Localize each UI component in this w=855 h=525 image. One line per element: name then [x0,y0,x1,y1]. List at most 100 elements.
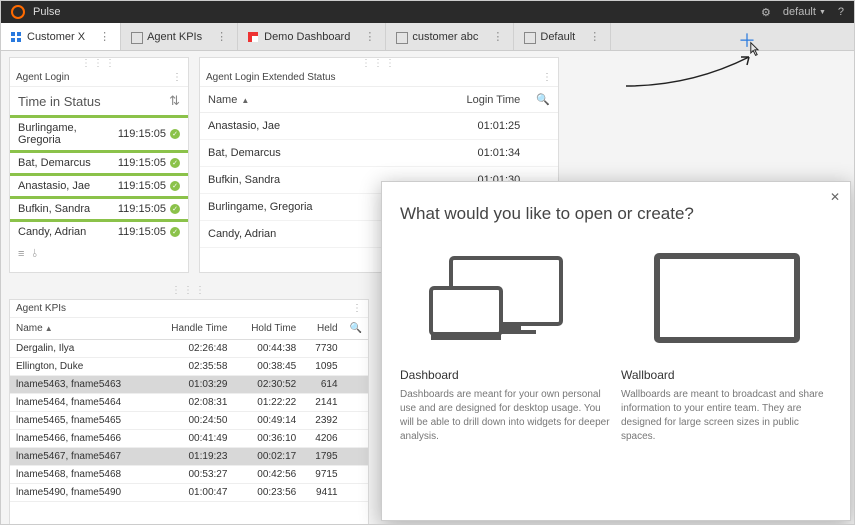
table-row[interactable]: lname5464, fname546402:08:3101:22:222141 [10,394,368,412]
chart-icon[interactable]: ⫰ [32,248,37,261]
open-or-create-dialog: ✕ What would you like to open or create?… [381,181,851,521]
list-item[interactable]: Candy, Adrian119:15:05✓ [10,219,188,242]
status-ok-icon: ✓ [170,129,180,139]
search-icon[interactable]: 🔍 [344,318,368,340]
widget-menu-icon[interactable]: ⋮ [352,303,362,314]
col-held-label: Held [317,323,338,334]
tab-demo-dashboard[interactable]: Demo Dashboard ⋮ [238,23,386,50]
tab-menu-icon[interactable]: ⋮ [581,30,600,43]
col-handle-time[interactable]: Handle Time [151,318,233,340]
widget-title: Agent Login Extended Status [206,72,336,83]
col-held[interactable]: Held [302,318,343,340]
cell-held: 9715 [302,466,343,484]
widget-title: Agent KPIs [16,303,66,314]
widget-icon [131,32,141,42]
widget-menu-icon[interactable]: ⋮ [542,72,552,83]
settings-gear-icon[interactable]: ⚙ [761,6,771,19]
cell-handle: 02:35:58 [151,358,233,376]
cell-name: Anastasio, Jae [200,113,408,140]
brand-logo-icon [11,5,25,19]
cell-handle: 00:24:50 [151,412,233,430]
tab-agent-kpis[interactable]: Agent KPIs ⋮ [121,23,238,50]
agent-name: Bufkin, Sandra [18,203,90,215]
col-name[interactable]: Name▲ [10,318,151,340]
close-icon[interactable]: ✕ [830,190,840,204]
tab-customer-abc[interactable]: customer abc ⋮ [386,23,514,50]
table-row[interactable]: Anastasio, Jae01:01:25 [200,113,558,140]
table-row[interactable]: Dergalin, Ilya02:26:4800:44:387730 [10,340,368,358]
tab-menu-icon[interactable]: ⋮ [484,30,503,43]
add-tab-button[interactable]: ＋ [738,27,756,53]
alert-icon [248,32,258,42]
cell-hold: 02:30:52 [233,376,302,394]
sort-icon[interactable]: ⇅ [169,93,180,109]
option-desc: Dashboards are meant for your own person… [400,388,611,444]
table-row[interactable]: lname5468, fname546800:53:2700:42:569715 [10,466,368,484]
col-login-time[interactable]: Login Time [408,87,528,113]
workspace-dropdown[interactable]: default ▼ [783,6,826,18]
search-icon[interactable]: 🔍 [528,87,558,113]
cell-handle: 02:26:48 [151,340,233,358]
cell-hold: 00:36:10 [233,430,302,448]
agent-name: Anastasio, Jae [18,180,90,192]
cell-held: 4206 [302,430,343,448]
col-name-label: Name [16,323,43,334]
tab-label: Agent KPIs [147,31,202,43]
cell-handle: 02:08:31 [151,394,233,412]
drag-handle-icon[interactable]: ⋮⋮⋮ [10,58,188,69]
cell-held: 1795 [302,448,343,466]
cell-login-time: 01:01:25 [408,113,528,140]
tab-menu-icon[interactable]: ⋮ [356,30,375,43]
tab-menu-icon[interactable]: ⋮ [208,30,227,43]
status-ok-icon: ✓ [170,181,180,191]
option-wallboard[interactable]: Wallboard Wallboards are meant to broadc… [621,238,832,444]
cell-hold: 00:02:17 [233,448,302,466]
list-item[interactable]: Bat, Demarcus119:15:05✓ [10,150,188,173]
option-dashboard[interactable]: Dashboard Dashboards are meant for your … [400,238,611,444]
widget-subtitle: Time in Status [18,94,101,109]
tab-default[interactable]: Default ⋮ [514,23,611,50]
cell-hold: 00:44:38 [233,340,302,358]
cell-handle: 00:41:49 [151,430,233,448]
dashboard-illustration-icon [400,238,611,358]
list-item[interactable]: Bufkin, Sandra119:15:05✓ [10,196,188,219]
table-row[interactable]: lname5463, fname546301:03:2902:30:52614 [10,376,368,394]
list-item[interactable]: Burlingame, Gregoria119:15:05✓ [10,115,188,150]
table-row[interactable]: lname5467, fname546701:19:2300:02:171795 [10,448,368,466]
table-row[interactable]: lname5490, fname549001:00:4700:23:569411 [10,484,368,502]
table-row[interactable]: lname5465, fname546500:24:5000:49:142392 [10,412,368,430]
tab-menu-icon[interactable]: ⋮ [91,30,110,43]
sort-asc-icon: ▲ [45,324,53,333]
cell-held: 7730 [302,340,343,358]
col-hold-time[interactable]: Hold Time [233,318,302,340]
table-row[interactable]: Ellington, Duke02:35:5800:38:451095 [10,358,368,376]
cell-held: 2392 [302,412,343,430]
status-ok-icon: ✓ [170,227,180,237]
kpi-table: Name▲ Handle Time Hold Time Held 🔍 Derga… [10,318,368,502]
time-value: 119:15:05 [118,203,166,215]
drag-handle-icon[interactable]: ⋮⋮⋮ [9,285,369,296]
table-row[interactable]: lname5466, fname546600:41:4900:36:104206 [10,430,368,448]
cell-name: lname5464, fname5464 [10,394,151,412]
agent-name: Candy, Adrian [18,226,86,238]
agent-name: Burlingame, Gregoria [18,122,118,146]
option-heading: Dashboard [400,368,611,382]
topbar: Pulse ⚙ default ▼ ? [1,1,854,23]
tab-customer-x[interactable]: Customer X ⋮ [1,23,121,50]
chevron-down-icon: ▼ [819,9,826,16]
col-login-label: Login Time [466,94,520,106]
drag-handle-icon[interactable]: ⋮⋮⋮ [200,58,558,69]
widget-menu-icon[interactable]: ⋮ [172,72,182,83]
bars-icon[interactable]: ≡ [18,248,24,261]
agent-name: Bat, Demarcus [18,157,91,169]
cell-name: lname5467, fname5467 [10,448,151,466]
cell-name: Candy, Adrian [200,221,408,248]
help-icon[interactable]: ? [838,6,844,18]
table-row[interactable]: Bat, Demarcus01:01:34 [200,140,558,167]
cell-name: lname5466, fname5466 [10,430,151,448]
col-name[interactable]: Name▲ [200,87,408,113]
cell-handle: 01:03:29 [151,376,233,394]
sort-asc-icon: ▲ [241,96,249,105]
col-hold-label: Hold Time [251,323,296,334]
list-item[interactable]: Anastasio, Jae119:15:05✓ [10,173,188,196]
